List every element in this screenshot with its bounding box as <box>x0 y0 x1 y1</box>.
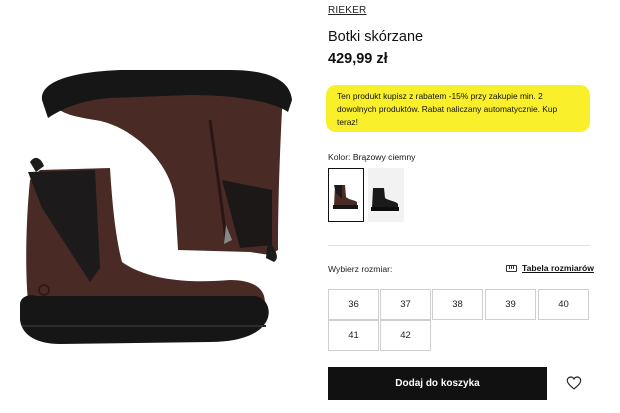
size-guide-link[interactable]: Tabela rozmiarów <box>522 263 594 273</box>
color-swatch-brown[interactable] <box>328 168 364 222</box>
size-option-37[interactable]: 37 <box>380 289 431 320</box>
product-price: 429,99 zł <box>328 51 388 67</box>
size-option-38[interactable]: 38 <box>432 289 483 320</box>
color-swatch-black[interactable] <box>368 168 404 222</box>
color-label: Kolor: Brązowy ciemny <box>328 152 415 162</box>
add-to-cart-label: Dodaj do koszyka <box>395 378 480 389</box>
add-to-cart-button[interactable]: Dodaj do koszyka <box>328 367 547 400</box>
size-option-36[interactable]: 36 <box>328 289 379 320</box>
color-value: Brązowy ciemny <box>352 152 416 162</box>
boot-thumbnail-brown <box>333 185 358 209</box>
size-label: Wybierz rozmiar: <box>328 264 393 274</box>
ruler-icon <box>506 265 517 272</box>
product-title: Botki skórzane <box>328 29 424 45</box>
size-option-41[interactable]: 41 <box>328 320 379 351</box>
heart-icon[interactable] <box>566 375 582 391</box>
brand-link[interactable]: RIEKER <box>328 5 366 16</box>
color-label-prefix: Kolor: <box>328 152 351 162</box>
product-image-gallery[interactable] <box>0 0 310 413</box>
boot-thumbnail-black <box>371 188 399 211</box>
promo-banner: Ten produkt kupisz z rabatem -15% przy z… <box>326 85 590 132</box>
product-image <box>20 70 292 344</box>
size-option-40[interactable]: 40 <box>538 289 589 320</box>
promo-text: Ten produkt kupisz z rabatem -15% przy z… <box>337 91 558 127</box>
size-option-42[interactable]: 42 <box>380 320 431 351</box>
size-option-39[interactable]: 39 <box>485 289 536 320</box>
divider <box>328 245 590 246</box>
size-guide-label: Tabela rozmiarów <box>522 263 594 273</box>
